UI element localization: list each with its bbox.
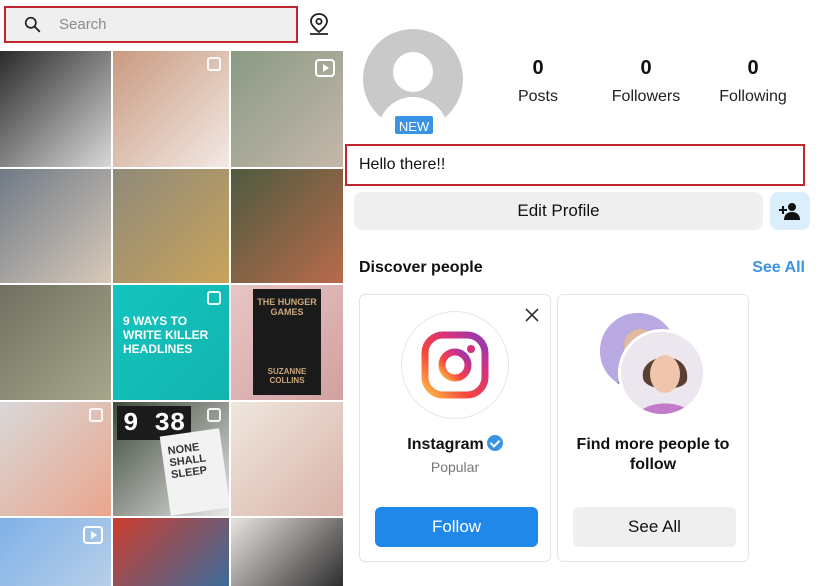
- stat-followers[interactable]: 0 Followers: [596, 57, 696, 106]
- explore-tile[interactable]: [231, 169, 343, 283]
- stat-followers-count: 0: [640, 57, 652, 79]
- explore-tile[interactable]: THE HUNGER GAMES SUZANNE COLLINS: [231, 285, 343, 400]
- explore-tile[interactable]: [231, 402, 343, 516]
- avatar-head-shape: [393, 52, 433, 92]
- carousel-icon: [207, 408, 221, 422]
- see-all-button[interactable]: See All: [573, 507, 736, 547]
- carousel-icon: [207, 57, 221, 71]
- map-pin-icon[interactable]: [308, 12, 330, 36]
- verified-icon: [486, 435, 503, 451]
- stat-following-count: 0: [747, 57, 759, 79]
- suggested-faces: [598, 311, 708, 421]
- explore-tile[interactable]: 9 38 NONE SHALL SLEEP: [113, 402, 229, 516]
- discover-people-heading: Discover people: [359, 259, 483, 276]
- book-cover: THE HUNGER GAMES SUZANNE COLLINS: [253, 289, 321, 395]
- explore-tile[interactable]: [231, 518, 343, 586]
- carousel-icon: [207, 291, 221, 305]
- search-icon: [24, 16, 41, 33]
- stat-posts[interactable]: 0 Posts: [488, 57, 588, 106]
- explore-tile[interactable]: [0, 285, 111, 400]
- new-badge: NEW: [393, 114, 435, 136]
- explore-tile[interactable]: [113, 51, 229, 167]
- book-title: THE HUNGER GAMES: [257, 297, 317, 317]
- edit-profile-button[interactable]: Edit Profile: [354, 192, 763, 230]
- suggestion-subtitle: Popular: [430, 459, 480, 475]
- book-author: SUZANNE COLLINS: [267, 367, 307, 385]
- reel-icon: [83, 526, 103, 544]
- suggestion-name: Instagram: [360, 435, 550, 454]
- discover-people-button[interactable]: [770, 192, 810, 230]
- close-icon[interactable]: [524, 307, 540, 323]
- stat-posts-count: 0: [532, 57, 544, 79]
- follow-button[interactable]: Follow: [375, 507, 538, 547]
- reel-icon: [315, 59, 335, 77]
- person-photo-icon: [621, 332, 703, 414]
- explore-tile[interactable]: [113, 169, 229, 283]
- suggestion-card-find-more: Find more people to follow See All: [557, 294, 749, 562]
- stat-posts-label: Posts: [517, 88, 558, 105]
- profile-panel: NEW 0 Posts 0 Followers 0 Following Hell…: [343, 0, 820, 586]
- explore-tile[interactable]: [113, 518, 229, 586]
- search-input[interactable]: [59, 16, 279, 33]
- explore-tile[interactable]: [0, 169, 111, 283]
- suggestion-name-text: Instagram: [407, 436, 484, 453]
- suggestion-card-instagram: Instagram Popular Follow: [359, 294, 551, 562]
- stat-following-label: Following: [719, 88, 787, 105]
- screen: 9 WAYS TO WRITE KILLER HEADLINES THE HUN…: [0, 0, 820, 586]
- see-all-link[interactable]: See All: [752, 259, 805, 277]
- explore-tile[interactable]: [231, 51, 343, 167]
- stat-followers-label: Followers: [611, 88, 681, 105]
- face-avatar-front: [618, 329, 706, 417]
- search-bar[interactable]: [4, 6, 298, 43]
- instagram-logo-avatar[interactable]: [401, 311, 509, 419]
- bio-text: Hello there!!: [345, 144, 805, 186]
- explore-panel: 9 WAYS TO WRITE KILLER HEADLINES THE HUN…: [0, 0, 343, 586]
- tile-caption: 9 WAYS TO WRITE KILLER HEADLINES: [123, 314, 209, 356]
- instagram-logo-icon: [421, 331, 489, 399]
- stat-following[interactable]: 0 Following: [703, 57, 803, 106]
- explore-tile[interactable]: [0, 51, 111, 167]
- explore-grid: 9 WAYS TO WRITE KILLER HEADLINES THE HUN…: [0, 51, 343, 586]
- carousel-icon: [89, 408, 103, 422]
- book-cover: NONE SHALL SLEEP: [159, 428, 229, 516]
- find-more-text: Find more people to follow: [576, 436, 730, 473]
- explore-tile[interactable]: [0, 518, 111, 586]
- explore-tile[interactable]: [0, 402, 111, 516]
- explore-tile[interactable]: 9 WAYS TO WRITE KILLER HEADLINES: [113, 285, 229, 400]
- add-person-icon: [779, 203, 800, 220]
